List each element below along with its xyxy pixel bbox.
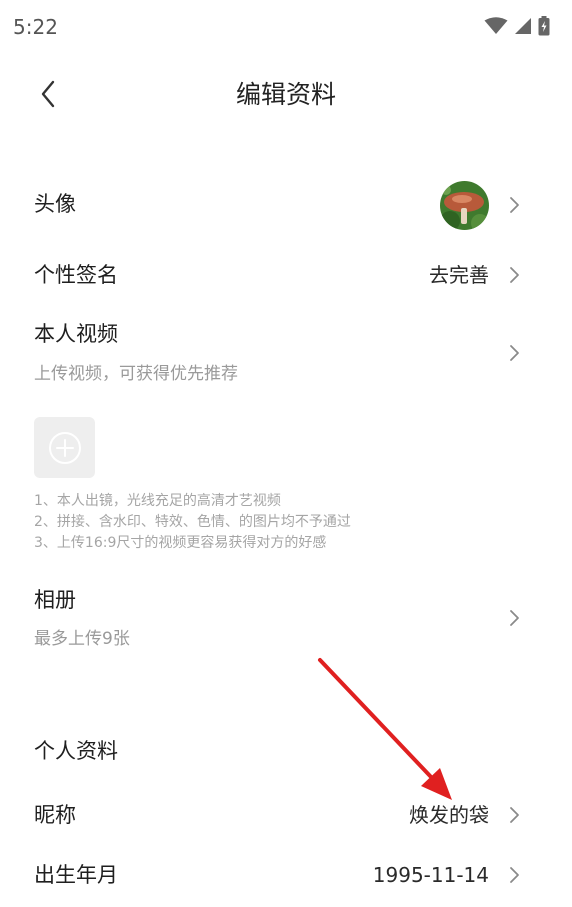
tip-item: 3、上传16:9尺寸的视频更容易获得对方的好感 xyxy=(34,535,327,551)
birthday-label: 出生年月 xyxy=(34,863,118,887)
status-time: 5:22 xyxy=(13,15,58,39)
tip-item: 2、拼接、含水印、特效、色情、的图片均不予通过 xyxy=(34,514,351,530)
status-icons xyxy=(484,16,550,36)
chevron-right-icon xyxy=(510,267,519,283)
chevron-right-icon xyxy=(510,807,519,823)
birthday-value: 1995-11-14 xyxy=(372,863,489,887)
video-tips: 1、本人出镜，光线充足的高清才艺视频 2、拼接、含水印、特效、色情、的图片均不予… xyxy=(34,491,351,554)
album-label: 相册 xyxy=(34,588,76,612)
video-hint: 上传视频，可获得优先推荐 xyxy=(34,364,238,384)
nickname-value: 焕发的袋 xyxy=(409,803,489,827)
chevron-right-icon xyxy=(510,610,519,626)
album-hint: 最多上传9张 xyxy=(34,629,130,649)
chevron-right-icon xyxy=(510,197,519,213)
video-label: 本人视频 xyxy=(34,322,118,346)
chevron-right-icon xyxy=(510,867,519,883)
wifi-icon xyxy=(484,17,508,34)
nickname-label: 昵称 xyxy=(34,803,76,827)
signature-value: 去完善 xyxy=(429,263,489,287)
tip-item: 1、本人出镜，光线充足的高清才艺视频 xyxy=(34,493,281,509)
signature-label: 个性签名 xyxy=(34,263,118,287)
upload-video-button[interactable] xyxy=(34,417,95,478)
signal-icon xyxy=(515,18,531,34)
chevron-right-icon xyxy=(510,345,519,361)
plus-circle-icon xyxy=(48,431,81,464)
avatar[interactable] xyxy=(440,181,489,230)
page-title: 编辑资料 xyxy=(235,80,336,109)
section-title: 个人资料 xyxy=(34,739,118,763)
battery-charging-icon xyxy=(538,16,550,36)
avatar-label: 头像 xyxy=(34,192,76,216)
